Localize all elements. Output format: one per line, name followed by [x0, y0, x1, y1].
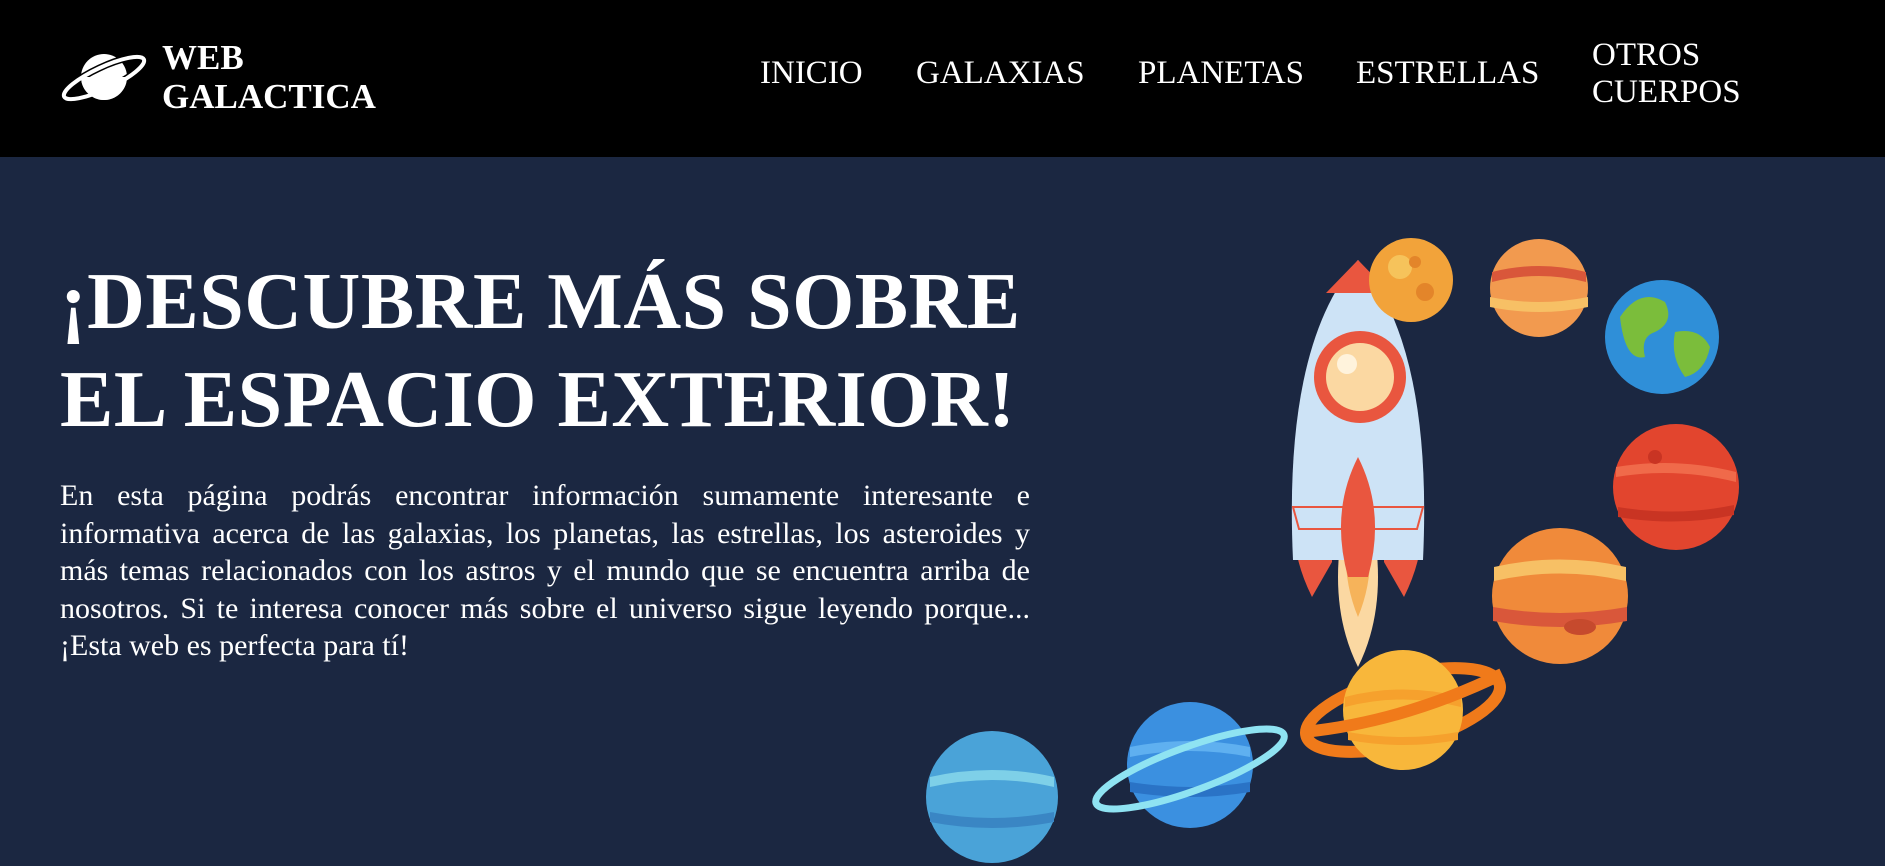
- saturn-planet: [1300, 650, 1506, 770]
- uranus-planet: [1092, 702, 1288, 828]
- nav-galaxias[interactable]: GALAXIAS: [916, 55, 1085, 92]
- nav-inicio[interactable]: INICIO: [760, 55, 863, 92]
- hero-intro: En esta página podrás encontrar informac…: [60, 479, 1030, 662]
- nav-planetas[interactable]: PLANETAS: [1138, 55, 1304, 92]
- brand-name: WEB GALACTICA: [162, 38, 402, 116]
- brand-name-line1: WEB: [162, 38, 244, 77]
- planet-icon: [60, 53, 148, 103]
- venus-planet: [1369, 238, 1453, 322]
- earth-planet: [1605, 280, 1719, 394]
- site-header: WEB GALACTICA INICIO GALAXIAS PLANETAS E…: [0, 0, 1885, 157]
- nav-otros-cuerpos-line1: OTROS: [1592, 37, 1701, 73]
- main-nav: INICIO GALAXIAS PLANETAS ESTRELLAS OTROS…: [760, 0, 1885, 157]
- jupiter-planet: [1492, 528, 1628, 664]
- nav-otros-cuerpos[interactable]: OTROS CUERPOS: [1592, 37, 1741, 111]
- rocket-and-planets-illustration: [926, 238, 1739, 863]
- jupiter-small-planet: [1490, 239, 1588, 337]
- brand-name-line2: GALACTICA: [162, 77, 376, 116]
- brand[interactable]: WEB GALACTICA: [60, 38, 402, 116]
- nav-estrellas[interactable]: ESTRELLAS: [1356, 55, 1539, 92]
- nav-otros-cuerpos-line2: CUERPOS: [1592, 74, 1741, 110]
- neptune-planet: [926, 731, 1058, 863]
- mars-planet: [1613, 424, 1739, 550]
